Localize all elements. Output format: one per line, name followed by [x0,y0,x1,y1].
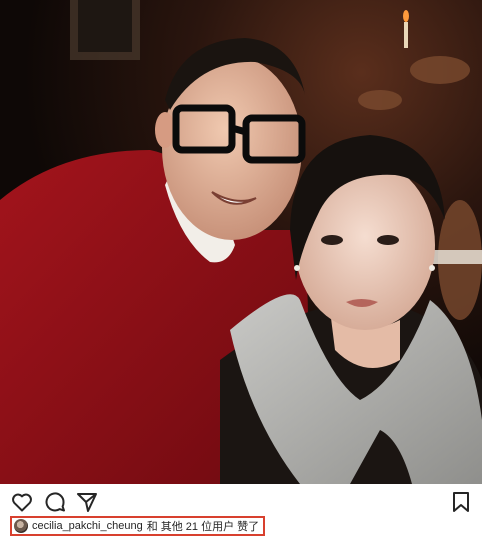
liker-avatar[interactable] [14,519,28,533]
likes-count-text[interactable]: 和 其他 21 位用户 赞了 [147,518,259,534]
bookmark-icon[interactable] [449,490,473,514]
instagram-post: cecilia_pakchi_cheung 和 其他 21 位用户 赞了 [0,0,482,548]
likes-summary[interactable]: cecilia_pakchi_cheung 和 其他 21 位用户 赞了 [10,516,266,536]
heart-icon[interactable] [10,490,34,514]
comment-bubble-icon[interactable] [43,490,67,514]
post-photo[interactable] [0,0,482,484]
liker-username[interactable]: cecilia_pakchi_cheung [32,520,143,532]
paper-plane-icon[interactable] [75,490,99,514]
post-action-bar [0,484,482,520]
